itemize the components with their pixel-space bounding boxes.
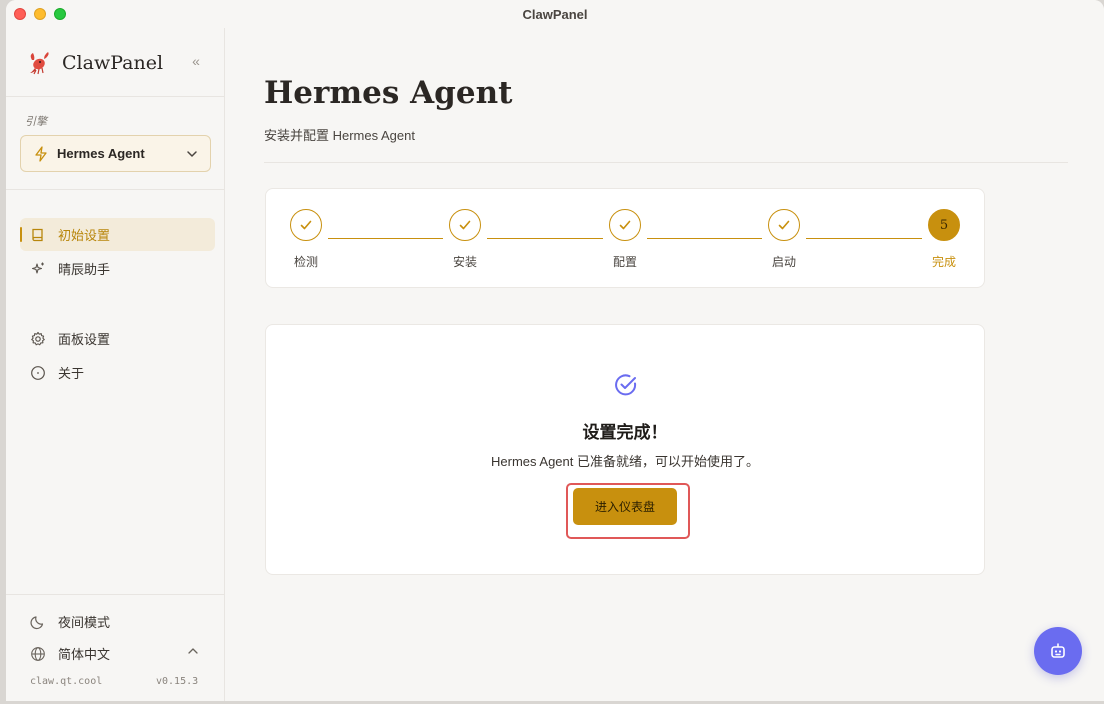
main-content: Hermes Agent 安装并配置 Hermes Agent 检测 安装 配置… bbox=[226, 28, 1104, 701]
check-icon bbox=[459, 220, 471, 230]
minimize-window-button[interactable] bbox=[34, 8, 46, 20]
title-bar: ClawPanel bbox=[6, 0, 1104, 28]
divider bbox=[6, 594, 224, 595]
maximize-window-button[interactable] bbox=[54, 8, 66, 20]
step-connector bbox=[328, 238, 443, 239]
step-detect: 检测 bbox=[276, 209, 336, 270]
step-connector bbox=[806, 238, 922, 239]
step-circle-current: 5 bbox=[928, 209, 960, 241]
check-icon bbox=[300, 220, 312, 230]
chevron-up-icon[interactable] bbox=[187, 645, 199, 657]
nav-item-label: 晴辰助手 bbox=[58, 262, 111, 277]
setup-stepper: 检测 安装 配置 启动 5 完成 bbox=[265, 188, 985, 288]
sparkle-icon bbox=[31, 262, 44, 274]
nav-item-label: 面板设置 bbox=[58, 332, 111, 347]
divider bbox=[6, 96, 224, 97]
nav-item-about[interactable]: 关于 bbox=[20, 356, 215, 389]
step-label: 安装 bbox=[452, 255, 477, 269]
step-circle bbox=[449, 209, 481, 241]
check-circle-icon bbox=[615, 374, 637, 396]
chevron-down-icon bbox=[187, 150, 197, 157]
brand: ClawPanel bbox=[26, 50, 163, 76]
step-launch: 启动 bbox=[754, 209, 814, 270]
night-mode-label: 夜间模式 bbox=[58, 615, 111, 630]
nav-item-initial-setup[interactable]: 初始设置 bbox=[20, 218, 215, 251]
page-subtitle: 安装并配置 Hermes Agent bbox=[264, 128, 415, 143]
nav-item-label: 初始设置 bbox=[58, 228, 111, 243]
active-indicator bbox=[20, 227, 22, 242]
enter-dashboard-button[interactable]: 进入仪表盘 bbox=[573, 488, 677, 525]
step-label: 配置 bbox=[612, 255, 637, 269]
book-icon bbox=[32, 228, 43, 241]
site-link[interactable]: claw.qt.cool bbox=[30, 676, 102, 687]
sidebar: ClawPanel « 引擎 Hermes Agent 初始设置 晴辰助手 面板… bbox=[6, 28, 225, 701]
lightning-icon bbox=[35, 145, 47, 162]
nav-item-label: 关于 bbox=[58, 366, 85, 381]
language-label: 简体中文 bbox=[58, 647, 111, 662]
step-label: 启动 bbox=[771, 255, 796, 269]
step-number: 5 bbox=[939, 217, 949, 233]
step-connector bbox=[647, 238, 762, 239]
nav-item-assistant[interactable]: 晴辰助手 bbox=[20, 252, 215, 285]
step-connector bbox=[487, 238, 603, 239]
night-mode-toggle[interactable]: 夜间模式 bbox=[30, 612, 110, 631]
step-label: 检测 bbox=[293, 255, 318, 269]
moon-icon bbox=[30, 615, 44, 629]
result-description: Hermes Agent 已准备就绪，可以开始使用了。 bbox=[491, 454, 759, 469]
check-icon bbox=[619, 220, 631, 230]
collapse-sidebar-button[interactable]: « bbox=[188, 53, 204, 69]
engine-label: 引擎 bbox=[25, 116, 47, 128]
check-icon bbox=[778, 220, 790, 230]
step-circle bbox=[609, 209, 641, 241]
engine-select[interactable]: Hermes Agent bbox=[20, 135, 211, 172]
page-title: Hermes Agent bbox=[264, 75, 513, 111]
step-complete: 5 完成 bbox=[914, 209, 974, 270]
window-title: ClawPanel bbox=[522, 6, 588, 22]
setup-complete-card: 设置完成！ Hermes Agent 已准备就绪，可以开始使用了。 进入仪表盘 bbox=[265, 324, 985, 575]
gear-icon bbox=[31, 331, 45, 345]
step-circle bbox=[290, 209, 322, 241]
close-window-button[interactable] bbox=[14, 8, 26, 20]
info-icon bbox=[31, 365, 45, 380]
divider bbox=[6, 189, 224, 190]
nav-item-panel-settings[interactable]: 面板设置 bbox=[20, 322, 215, 355]
version-text: v0.15.3 bbox=[156, 676, 199, 687]
app-window: ClawPanel ClawPanel « 引擎 Hermes Agent 初始… bbox=[6, 0, 1104, 701]
brand-name: ClawPanel bbox=[62, 52, 164, 74]
globe-icon bbox=[31, 646, 45, 661]
assistant-fab-button[interactable] bbox=[1034, 627, 1082, 675]
engine-select-value: Hermes Agent bbox=[57, 146, 145, 161]
step-install: 安装 bbox=[435, 209, 495, 270]
lobster-logo-icon bbox=[30, 52, 49, 75]
divider bbox=[264, 162, 1068, 163]
result-title: 设置完成！ bbox=[582, 423, 668, 442]
language-select[interactable]: 简体中文 bbox=[30, 644, 110, 663]
step-label: 完成 bbox=[931, 255, 956, 269]
step-circle bbox=[768, 209, 800, 241]
step-configure: 配置 bbox=[595, 209, 655, 270]
robot-icon bbox=[1051, 643, 1065, 658]
window-controls bbox=[14, 8, 66, 20]
